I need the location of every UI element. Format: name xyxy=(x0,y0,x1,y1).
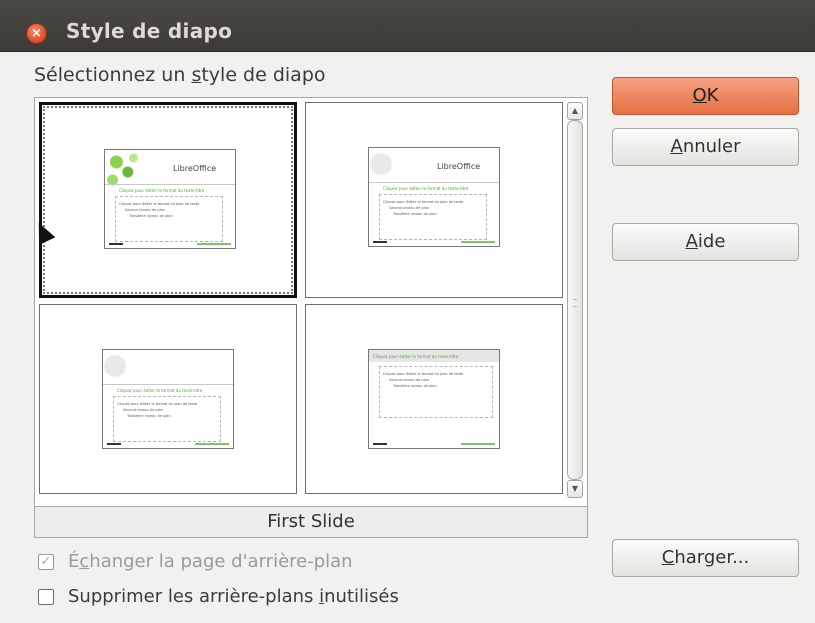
checkmark-icon[interactable]: ✓ xyxy=(38,554,54,570)
load-button[interactable]: Charger... xyxy=(612,539,799,577)
slide-title-text: Cliquez pour éditer le format du texte-t… xyxy=(117,388,203,393)
slide-title-text: Cliquez pour éditer le format du texte-t… xyxy=(119,188,205,193)
slide-style-grid: LibreOffice Cliquez pour éditer le forma… xyxy=(39,102,563,494)
exchange-background-checkbox[interactable]: ✓ Échanger la page d'arrière-plan xyxy=(38,551,458,575)
delete-unused-backgrounds-checkbox[interactable]: Supprimer les arrière-plans inutilisés xyxy=(38,586,458,610)
close-icon[interactable]: × xyxy=(26,23,47,44)
slide-style-item[interactable]: LibreOffice Cliquez pour éditer le forma… xyxy=(305,102,563,298)
help-button[interactable]: Aide xyxy=(612,223,799,261)
dialog-title: Style de diapo xyxy=(66,19,233,43)
scroll-thumb[interactable] xyxy=(567,120,583,480)
ok-button[interactable]: OK xyxy=(612,77,799,115)
title-bar: × Style de diapo xyxy=(0,0,815,52)
slide-style-item[interactable]: Cliquez pour éditer le format du texte-t… xyxy=(39,304,297,494)
slide-style-list[interactable]: LibreOffice Cliquez pour éditer le forma… xyxy=(34,97,588,538)
slide-title-text: Cliquez pour éditer le format du texte-t… xyxy=(373,354,459,359)
libreoffice-logo: LibreOffice xyxy=(437,162,481,171)
slide-thumbnail: Cliquez pour éditer le format du texte-t… xyxy=(102,349,234,449)
libreoffice-logo: LibreOffice xyxy=(173,164,217,173)
slide-thumbnail: Cliquez pour éditer le format du texte-t… xyxy=(368,349,500,449)
slide-title-text: Cliquez pour éditer le format du texte-t… xyxy=(383,186,469,191)
slide-thumbnail: LibreOffice Cliquez pour éditer le forma… xyxy=(104,149,236,249)
chevron-up-icon[interactable]: ▲ xyxy=(567,102,583,120)
chevron-down-icon[interactable]: ▼ xyxy=(567,480,583,498)
slide-style-item[interactable]: Cliquez pour éditer le format du texte-t… xyxy=(305,304,563,494)
style-list-heading: Sélectionnez un style de diapo xyxy=(34,64,326,86)
cancel-button[interactable]: Annuler xyxy=(612,128,799,166)
dialog-window: × Style de diapo Sélectionnez un style d… xyxy=(0,0,815,623)
selected-style-caption: First Slide xyxy=(35,506,587,537)
slide-thumbnail: LibreOffice Cliquez pour éditer le forma… xyxy=(368,147,500,247)
checkbox-box[interactable] xyxy=(38,589,54,605)
slide-style-item[interactable]: LibreOffice Cliquez pour éditer le forma… xyxy=(39,102,297,298)
vertical-scrollbar[interactable]: ▲ ▼ xyxy=(567,102,583,498)
